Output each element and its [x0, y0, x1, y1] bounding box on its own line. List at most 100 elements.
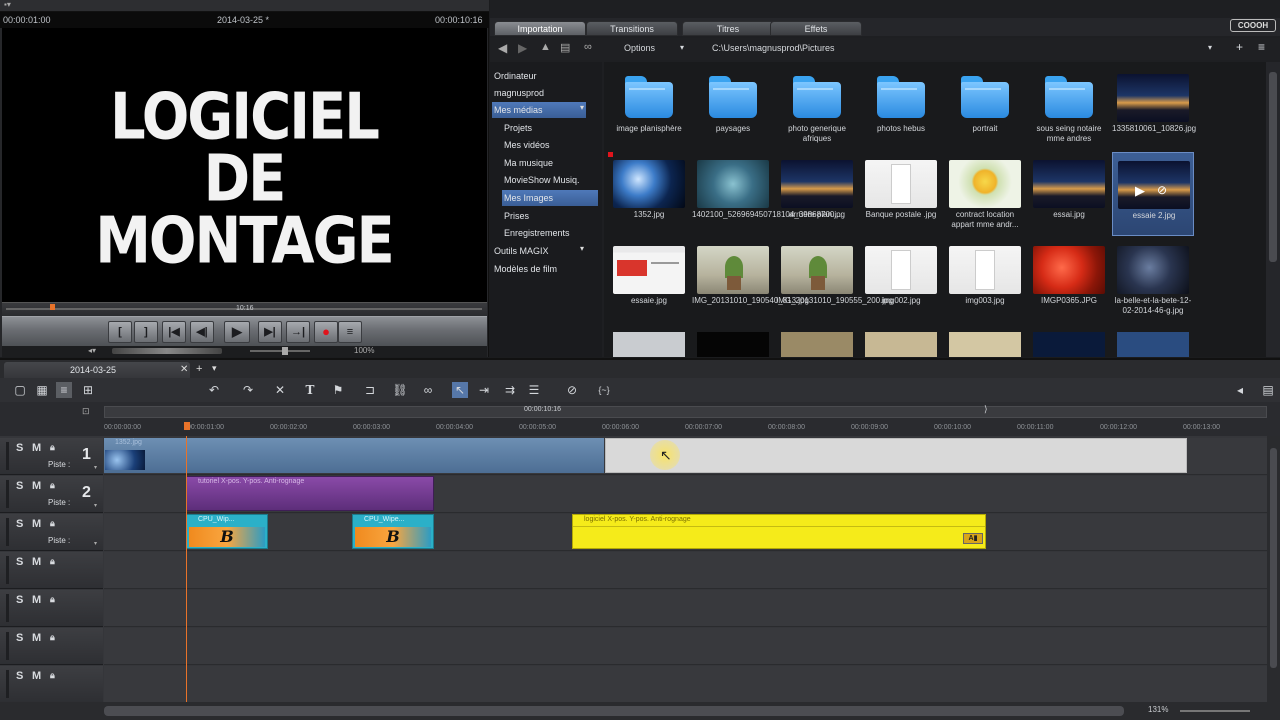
zoom-preview-icon[interactable]: ⊘ [1157, 183, 1167, 197]
play-preview-icon[interactable]: ▶ [1135, 183, 1145, 199]
tab-effets[interactable]: Effets [770, 21, 862, 36]
file-item-partial[interactable] [781, 332, 853, 357]
tree-item[interactable]: Modèles de film [492, 261, 596, 277]
tab-chevron-down-icon[interactable]: ▾ [212, 363, 217, 374]
tree-item[interactable]: magnusprod [492, 85, 596, 101]
split-icon[interactable]: ⊐ [362, 382, 378, 398]
track-lane[interactable] [104, 590, 1267, 627]
menu-list-icon[interactable]: ≡ [338, 321, 362, 343]
file-item[interactable]: Banque postale .jpg [860, 152, 942, 236]
mode-multi-icon[interactable]: ⇉ [502, 382, 518, 398]
clip-cpu-wipe-1[interactable]: CPU_Wip... B [186, 514, 268, 549]
file-item[interactable]: la-belle-et-la-bete-12-02-2014-46-g.jpg [1112, 238, 1194, 322]
unlink-icon[interactable]: ∞ [420, 382, 436, 398]
shuttle-bar[interactable] [112, 348, 222, 354]
razor-icon[interactable]: ⊘ [564, 382, 580, 398]
timeline-hscroll[interactable] [104, 706, 1124, 716]
ruler-lock-icon[interactable]: ⊡ [82, 406, 98, 432]
play-icon[interactable]: ▶ [224, 321, 250, 343]
clip-1352-jpg[interactable]: 1352.jpg [104, 438, 604, 473]
mark-in-icon[interactable]: [ [108, 321, 132, 343]
record-icon[interactable]: ● [314, 321, 338, 343]
add-icon[interactable]: + [1236, 40, 1243, 54]
undo-icon[interactable]: ↶ [206, 382, 222, 398]
storyboard-icon[interactable]: ▢ [12, 382, 28, 398]
path-field[interactable]: C:\Users\magnusprod\Pictures [712, 43, 835, 53]
file-item-partial[interactable] [613, 332, 685, 357]
file-item[interactable]: essaie.jpg [608, 238, 690, 322]
solo-button[interactable]: S [16, 632, 23, 644]
lock-icon[interactable]: 🔒︎ [50, 480, 55, 491]
file-item[interactable]: sous seing notaire mme andres [1028, 66, 1110, 150]
track-chevron-down-icon[interactable]: ▾ [94, 502, 97, 509]
end-marker-icon[interactable]: ⟩ [984, 404, 988, 415]
mode-single-icon[interactable]: ⇥ [476, 382, 492, 398]
tree-item[interactable]: Mes médias [492, 102, 586, 118]
mode-all-icon[interactable]: ☰ [526, 382, 542, 398]
file-item[interactable]: img003.jpg [944, 238, 1026, 322]
timeline-settings-icon[interactable]: ▤ [1260, 382, 1276, 398]
range-bar[interactable] [104, 406, 1267, 418]
file-item-partial[interactable] [949, 332, 1021, 357]
tree-chevron-down-icon[interactable]: ▾ [580, 244, 584, 253]
solo-button[interactable]: S [16, 594, 23, 606]
file-item[interactable]: arruere plan.jpg [776, 152, 858, 236]
project-tab[interactable]: 2014-03-25 ✕ [4, 362, 190, 378]
mute-button[interactable]: M [32, 480, 41, 492]
file-item[interactable]: photos hebus [860, 66, 942, 150]
zoom-slider[interactable] [250, 350, 310, 352]
up-folder-icon[interactable]: ▲ [540, 41, 551, 53]
back-icon[interactable]: ◀ [498, 41, 507, 55]
lock-icon[interactable]: 🔒︎ [50, 556, 55, 567]
file-item[interactable]: IMG_20131010_190540_813.jpg [692, 238, 809, 322]
skip-back-icon[interactable]: ◀| [190, 321, 214, 343]
file-item-partial[interactable] [697, 332, 769, 357]
solo-button[interactable]: S [16, 670, 23, 682]
solo-button[interactable]: S [16, 556, 23, 568]
lock-icon[interactable]: 🔒︎ [50, 442, 55, 453]
timeline-zoom-slider[interactable] [1180, 710, 1250, 712]
file-item[interactable]: 1352.jpg [608, 152, 690, 236]
tab-importation[interactable]: Importation [494, 21, 586, 36]
pointer-icon[interactable]: ↖ [452, 382, 468, 398]
text-icon[interactable]: T [302, 382, 318, 398]
menu-icon[interactable]: ▪▾ [4, 0, 11, 9]
timeline-vscroll[interactable] [1267, 436, 1280, 702]
lock-icon[interactable]: 🔒︎ [50, 632, 55, 643]
tree-item[interactable]: Projets [502, 120, 596, 136]
binoculars-icon[interactable]: ∞ [584, 41, 592, 53]
solo-button[interactable]: S [16, 442, 23, 454]
mixer-icon[interactable]: ⊞ [80, 382, 96, 398]
timeline-vscroll-thumb[interactable] [1270, 448, 1277, 668]
lock-icon[interactable]: 🔒︎ [50, 594, 55, 605]
tree-item[interactable]: Ma musique [502, 155, 596, 171]
file-item-partial[interactable] [1117, 332, 1189, 357]
lock-icon[interactable]: 🔒︎ [50, 518, 55, 529]
close-icon[interactable]: ✕ [180, 364, 188, 375]
clip-logiciel-title[interactable]: logiciel X-pos. Y-pos. Anti-rognage A▮ [572, 514, 986, 549]
mute-button[interactable]: M [32, 632, 41, 644]
mute-button[interactable]: M [32, 594, 41, 606]
clip-empty-selected-region[interactable] [605, 438, 1187, 473]
file-item[interactable]: image planisphère [608, 66, 690, 150]
marker-flag-icon[interactable]: ⚑ [330, 382, 346, 398]
file-item[interactable]: photo generique afriques [776, 66, 858, 150]
prev-marker-icon[interactable]: |◀ [162, 321, 186, 343]
redo-icon[interactable]: ↷ [240, 382, 256, 398]
browser-scrollbar[interactable] [1266, 62, 1280, 357]
speaker-icon[interactable]: ◂▾ [88, 346, 96, 355]
tab-titres[interactable]: Titres [682, 21, 774, 36]
tree-item[interactable]: Mes Images [502, 190, 598, 206]
file-item[interactable]: img002.jpg [860, 238, 942, 322]
link-icon[interactable]: ⛓ [392, 382, 408, 398]
scrub-position-marker[interactable] [50, 304, 55, 310]
track-lane[interactable] [104, 628, 1267, 665]
tree-item[interactable]: Mes vidéos [502, 137, 596, 153]
file-item[interactable]: IMGP0365.JPG [1028, 238, 1110, 322]
scene-view-icon[interactable]: ▦ [34, 382, 50, 398]
folder-view-icon[interactable]: ▤ [560, 41, 570, 54]
file-item[interactable]: paysages [692, 66, 774, 150]
playhead-handle[interactable] [184, 422, 190, 430]
timeline-ruler[interactable]: ⊡ 00:00:10:16 ⟩ 00:00:00:00 00:00:01:00 00… [0, 402, 1280, 436]
zoom-slider-thumb[interactable] [282, 347, 288, 355]
